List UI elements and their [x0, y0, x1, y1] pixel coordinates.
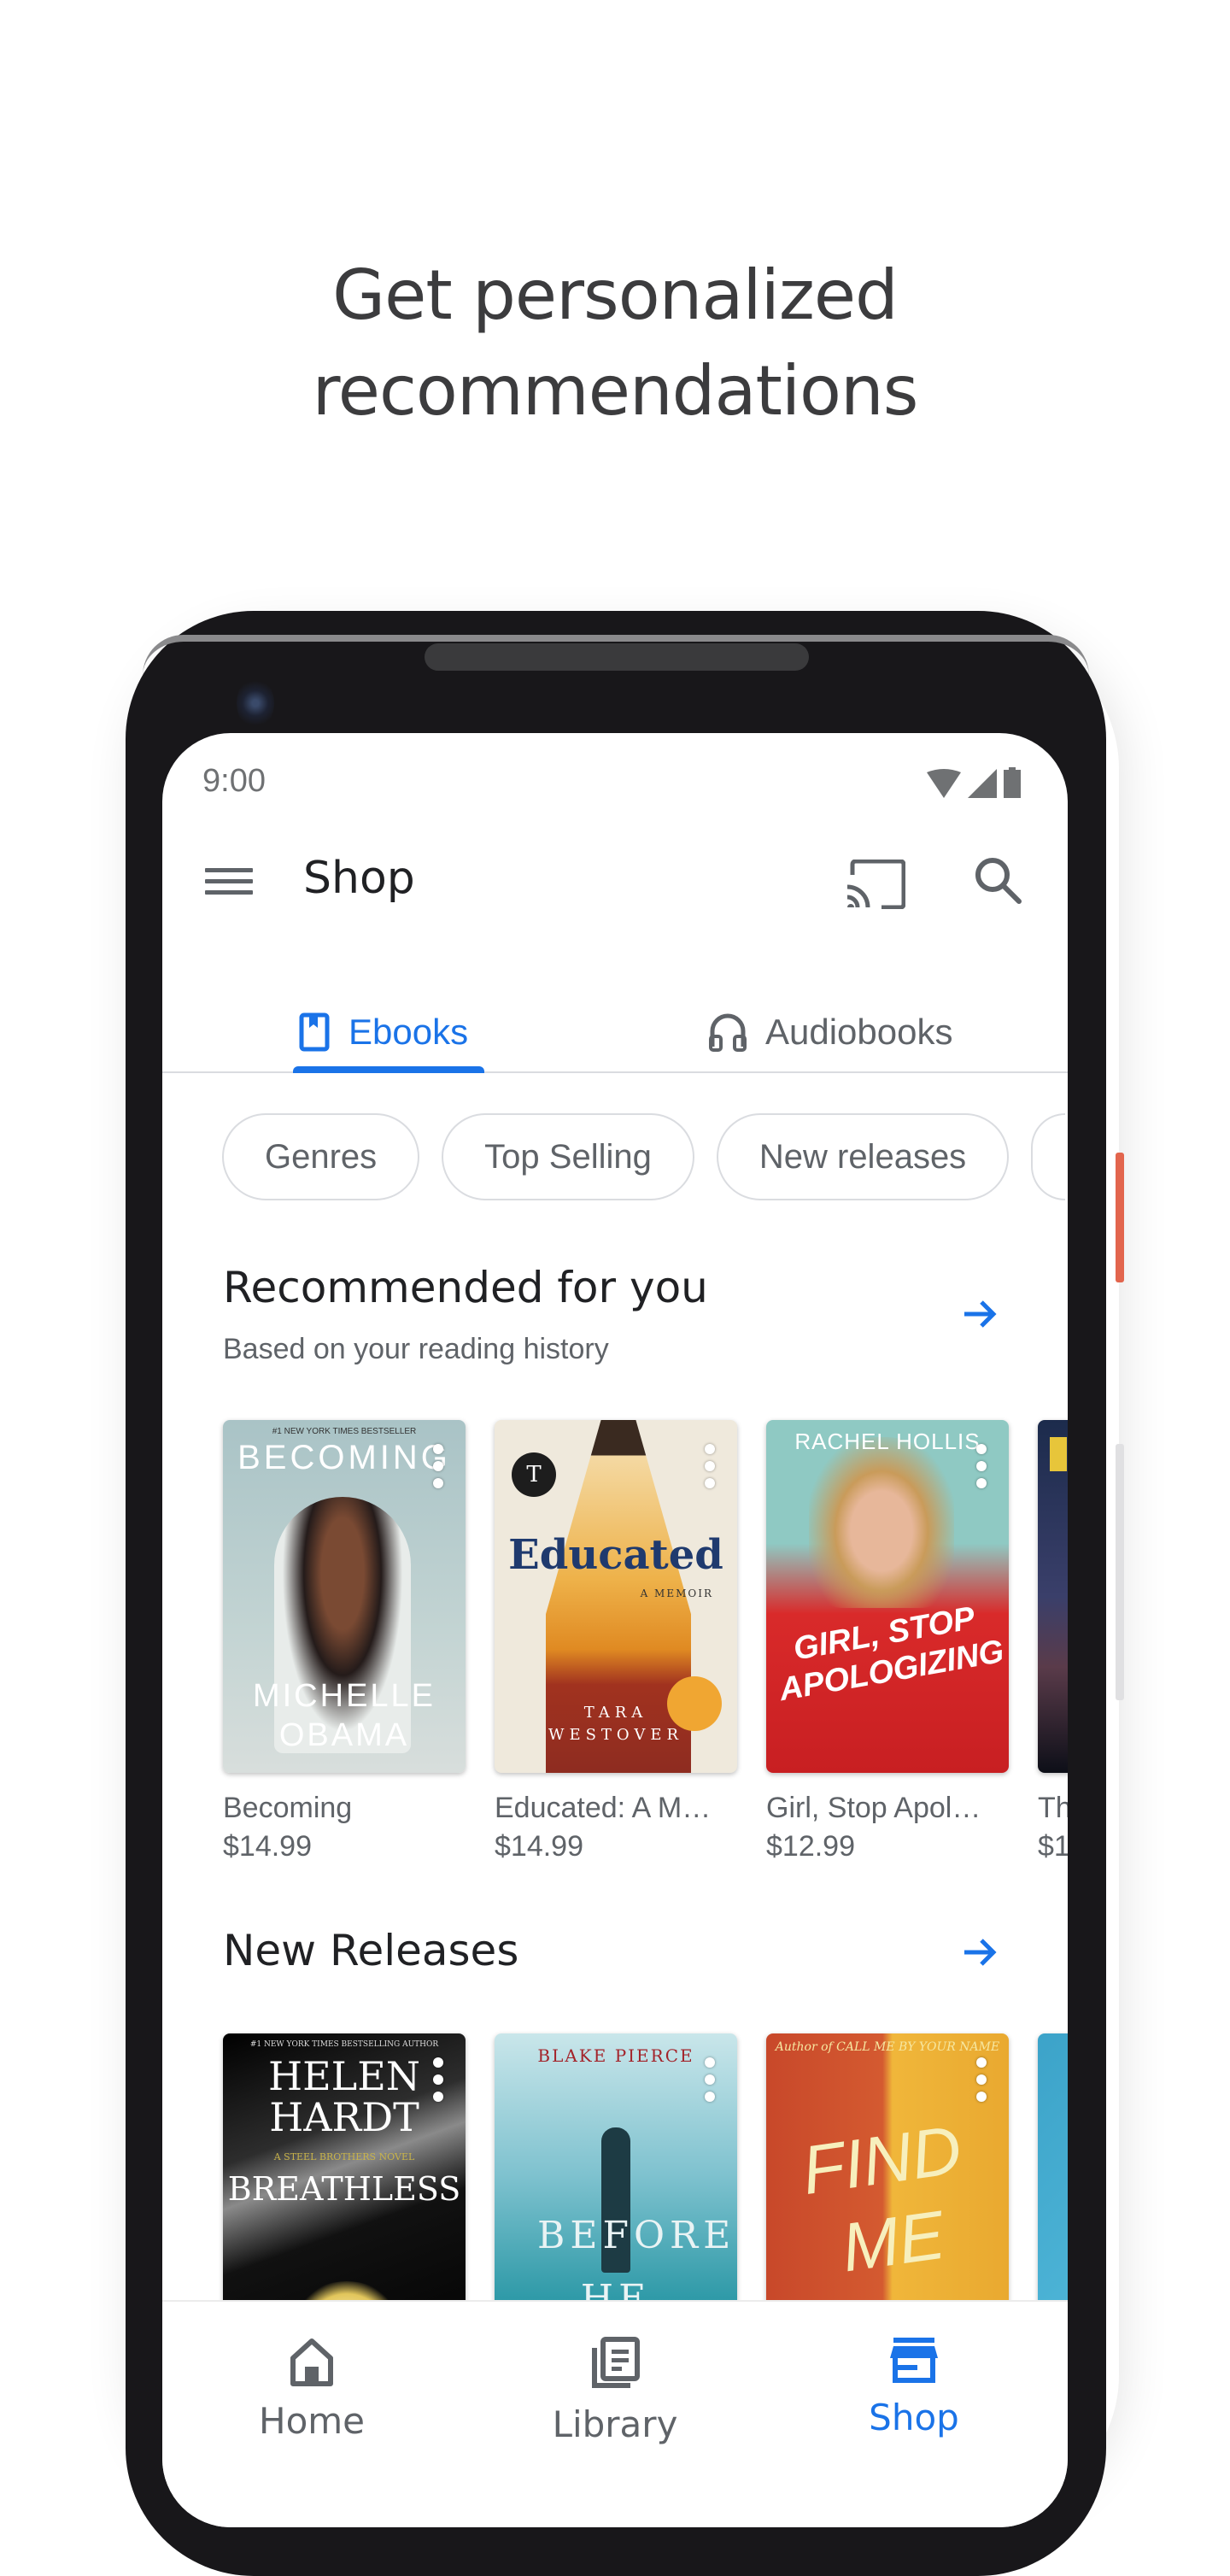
section-title-recommended: Recommended for you — [223, 1263, 708, 1312]
cover-tagline: #1 NEW YORK TIMES BESTSELLER — [272, 1427, 417, 1436]
cover-title: Educated — [508, 1531, 723, 1579]
nav-library-label: Library — [552, 2403, 678, 2445]
search-icon[interactable] — [972, 854, 1023, 906]
more-options-icon[interactable] — [433, 2057, 443, 2109]
more-options-icon[interactable] — [433, 1444, 443, 1495]
cast-icon[interactable] — [846, 860, 905, 909]
recommended-row: #1 NEW YORK TIMES BESTSELLER BECOMING MI… — [223, 1420, 1068, 1863]
chip-top-selling[interactable]: Top Selling — [442, 1113, 694, 1200]
cover-title: BREATHLESS — [227, 2170, 461, 2208]
hamburger-menu-icon[interactable] — [205, 861, 253, 904]
home-icon — [290, 2338, 333, 2386]
cover-portrait — [809, 1437, 954, 1608]
cover-author: BLAKE PIERCE — [537, 2045, 694, 2066]
nyt-badge: T — [512, 1452, 556, 1497]
cover-tagline: #1 NEW YORK TIMES BESTSELLING AUTHOR — [249, 2040, 439, 2049]
cover-author: HELEN HARDT — [267, 2053, 421, 2140]
volume-button — [1116, 1444, 1124, 1700]
cover-title: GIRL, STOP APOLOGIZING — [776, 1600, 1007, 1709]
cover-art — [1050, 1437, 1067, 1471]
book-title: Educated: A M… — [495, 1792, 712, 1824]
bottom-navigation: Home Library Shop — [162, 2300, 1068, 2527]
arrow-right-icon[interactable] — [961, 1933, 999, 1971]
promo-headline: Get personalized recommendations — [0, 248, 1230, 439]
cover-series: A STEEL BROTHERS NOVEL — [273, 2151, 415, 2162]
headphones-icon — [709, 1013, 747, 1052]
cellular-signal-icon — [968, 769, 997, 798]
cover-author: RACHEL HOLLIS — [794, 1429, 981, 1454]
cover-author: MICHELLE OBAMA — [252, 1678, 436, 1753]
chip-new-releases[interactable]: New releases — [716, 1113, 1010, 1200]
arrow-right-icon[interactable] — [961, 1295, 999, 1333]
nav-home[interactable]: Home — [184, 2336, 440, 2442]
phone-speaker — [425, 643, 809, 671]
cover-title: FIND ME — [797, 2110, 966, 2286]
tab-ebooks-label: Ebooks — [348, 1012, 469, 1052]
status-icons — [927, 767, 1021, 798]
more-options-icon[interactable] — [705, 2057, 715, 2109]
power-button — [1116, 1153, 1124, 1282]
tab-indicator — [293, 1066, 484, 1073]
more-options-icon[interactable] — [705, 1444, 715, 1495]
chip-genres[interactable]: Genres — [222, 1113, 420, 1200]
battery-icon — [1004, 767, 1021, 798]
book-title: Girl, Stop Apol… — [766, 1792, 981, 1824]
book-cover[interactable] — [1038, 1420, 1068, 1773]
more-options-icon[interactable] — [976, 1444, 987, 1495]
cover-author: TARA WESTOVER — [548, 1704, 684, 1744]
cover-subtitle: A MEMOIR — [640, 1587, 713, 1599]
headline-line-1: Get personalized — [332, 255, 899, 335]
book-price: $14.99 — [495, 1830, 583, 1863]
front-camera — [237, 678, 274, 729]
book-card[interactable]: RACHEL HOLLIS GIRL, STOP APOLOGIZING Gir… — [766, 1420, 1009, 1863]
status-time: 9:00 — [202, 763, 266, 799]
phone-screen: 9:00 Shop Ebooks Audiobooks Genres Top S… — [162, 733, 1068, 2527]
wifi-icon — [927, 769, 961, 798]
section-subtitle-recommended: Based on your reading history — [223, 1333, 609, 1365]
nav-shop-label: Shop — [869, 2397, 959, 2438]
nav-library[interactable]: Library — [487, 2336, 743, 2445]
book-card[interactable]: Th $1 — [1038, 1420, 1068, 1863]
book-price: $1 — [1038, 1830, 1068, 1863]
section-title-new-releases: New Releases — [223, 1926, 519, 1975]
headline-line-2: recommendations — [312, 351, 919, 431]
tab-ebooks[interactable]: Ebooks — [299, 998, 468, 1066]
tab-audiobooks-label: Audiobooks — [765, 1012, 953, 1052]
book-card[interactable]: #1 NEW YORK TIMES BESTSELLER BECOMING MI… — [223, 1420, 466, 1863]
book-title: Th — [1038, 1792, 1068, 1824]
book-price: $12.99 — [766, 1830, 855, 1863]
filter-chips: Genres Top Selling New releases — [222, 1113, 1066, 1200]
book-title: Becoming — [223, 1792, 353, 1824]
cover-title: BECOMING — [237, 1439, 451, 1476]
book-cover[interactable]: #1 NEW YORK TIMES BESTSELLER BECOMING MI… — [223, 1420, 466, 1773]
store-icon — [890, 2338, 938, 2383]
nav-shop[interactable]: Shop — [786, 2336, 1042, 2438]
page-title: Shop — [303, 853, 415, 904]
tab-audiobooks[interactable]: Audiobooks — [709, 998, 953, 1066]
book-card[interactable]: T Educated A MEMOIR TARA WESTOVER Educat… — [495, 1420, 737, 1863]
more-options-icon[interactable] — [976, 2057, 987, 2109]
nav-home-label: Home — [258, 2400, 366, 2442]
library-icon — [592, 2337, 640, 2388]
book-cover[interactable]: T Educated A MEMOIR TARA WESTOVER — [495, 1420, 737, 1773]
chip-partial[interactable] — [1031, 1113, 1066, 1200]
cover-tagline: Author of CALL ME BY YOUR NAME — [775, 2040, 1000, 2054]
book-cover[interactable]: RACHEL HOLLIS GIRL, STOP APOLOGIZING — [766, 1420, 1009, 1773]
book-icon — [299, 1012, 330, 1052]
book-price: $14.99 — [223, 1830, 312, 1863]
